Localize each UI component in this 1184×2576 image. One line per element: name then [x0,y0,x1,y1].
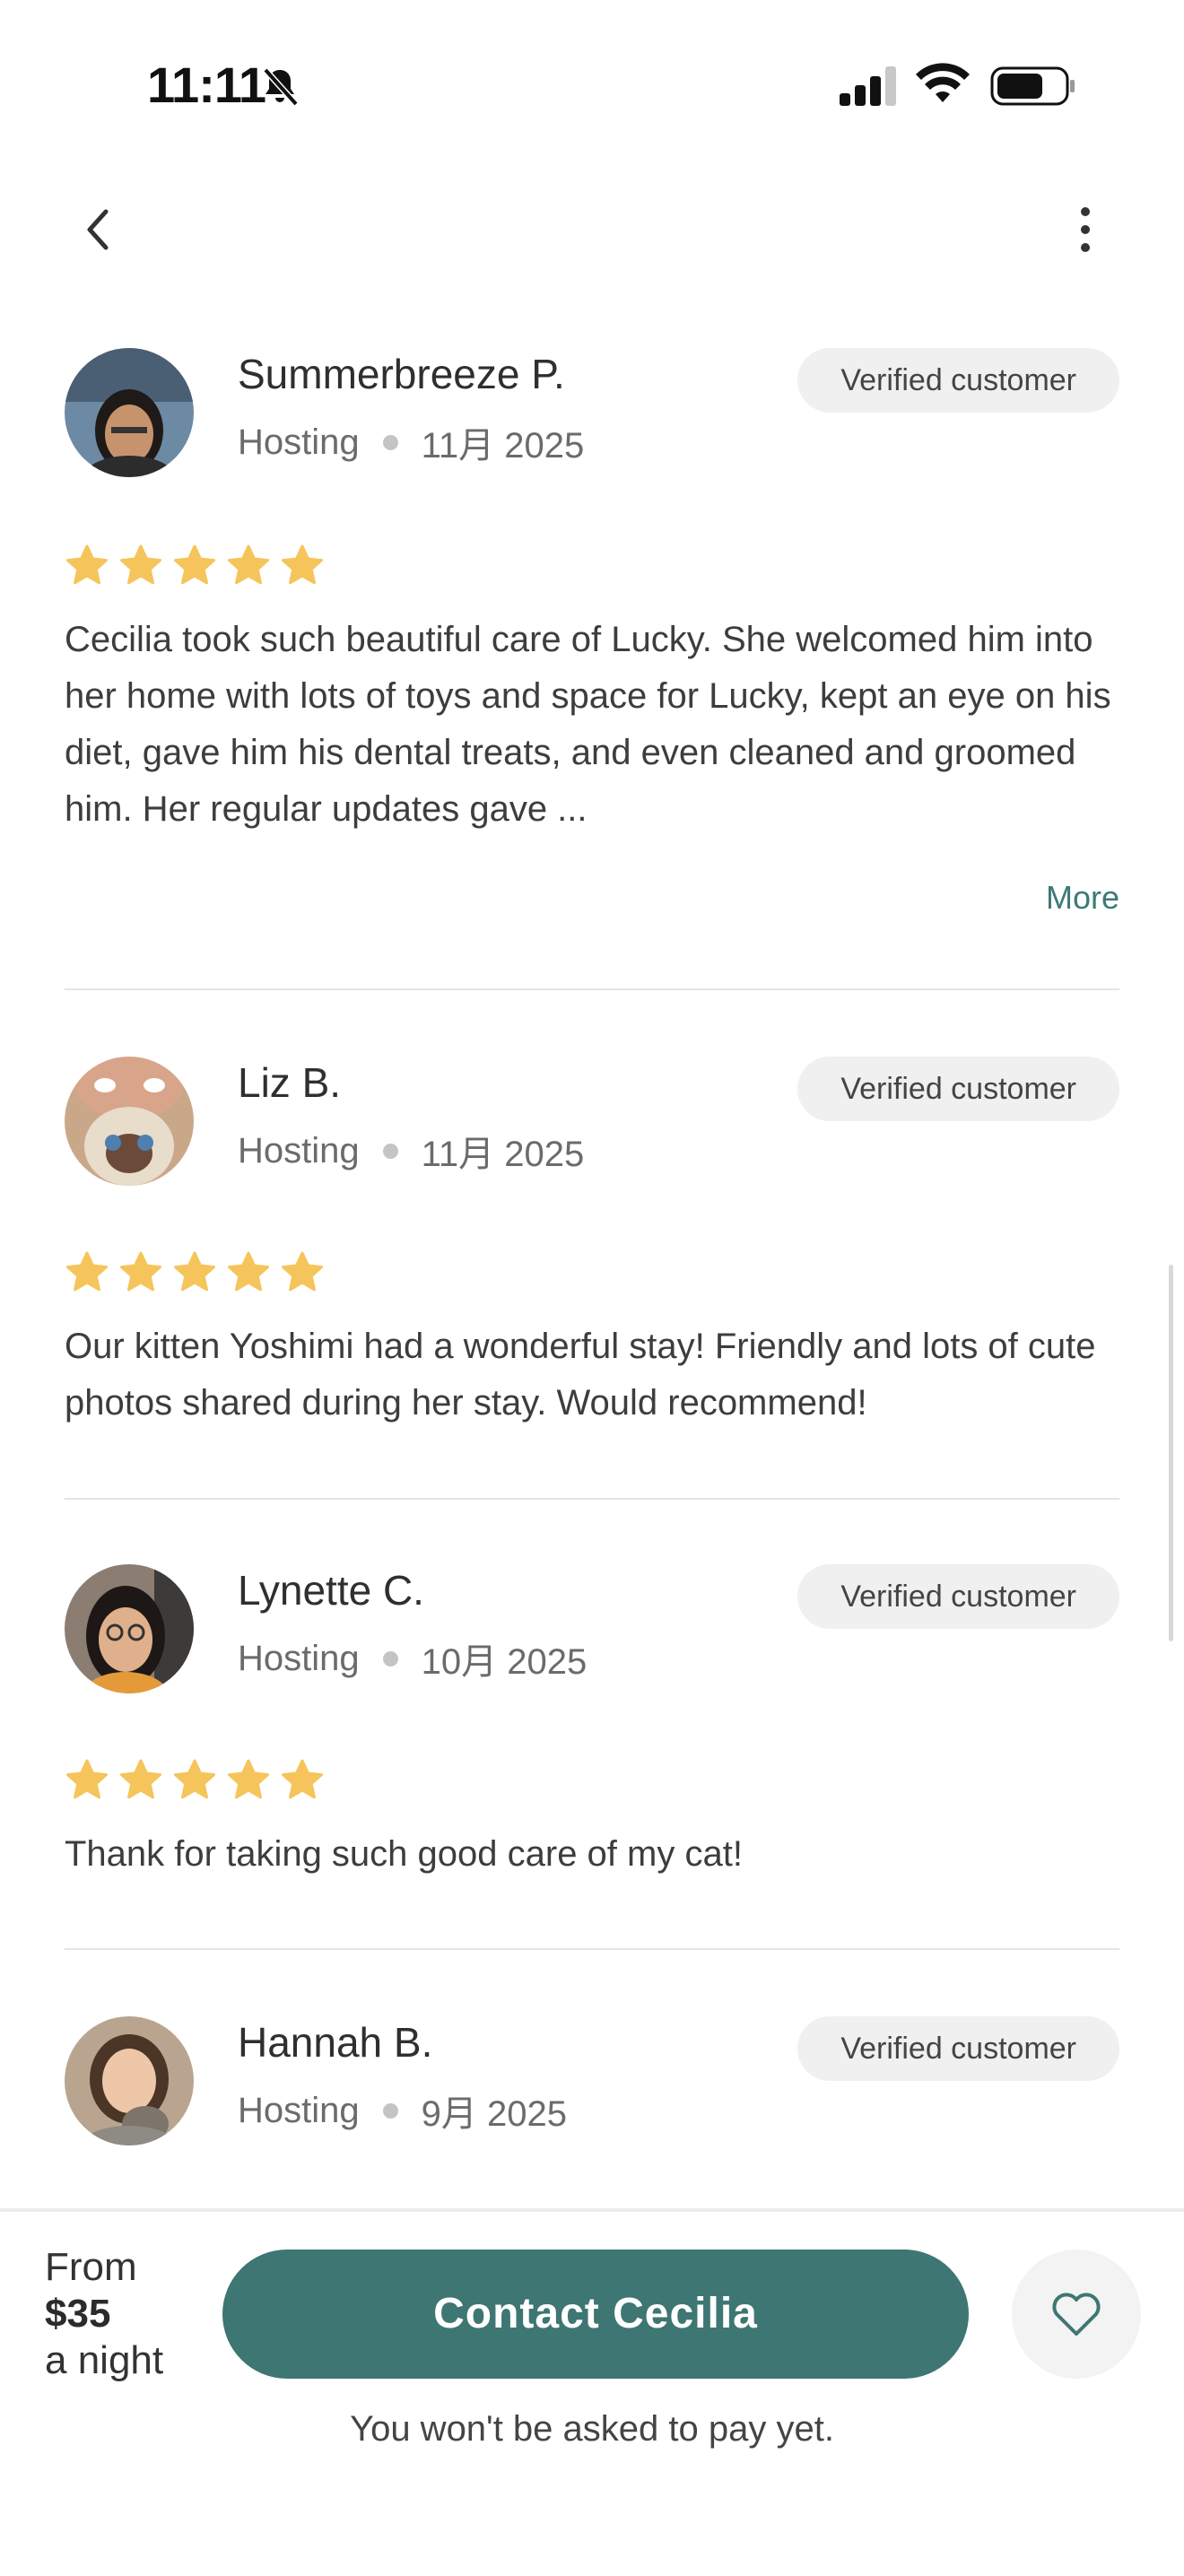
star-icon [228,1251,269,1292]
signal-icon [840,66,896,106]
review-meta: Hosting 10月 2025 [238,1632,587,1684]
verified-badge: Verified customer [797,1564,1119,1629]
separator-dot [382,1650,398,1667]
star-icon [174,1251,215,1292]
review-text: Thank for taking such good care of my ca… [65,1834,743,1874]
price-block: From $35 a night [45,2244,163,2384]
wifi-icon [916,63,970,102]
star-icon [228,544,269,585]
review-meta: Hosting 11月 2025 [238,1125,584,1177]
star-icon [66,1251,108,1292]
service-label: Hosting [238,1130,360,1171]
reviewer-name: Lynette C. [238,1567,424,1614]
review-meta: Hosting 9月 2025 [238,2084,567,2137]
review-text: Cecilia took such beautiful care of Luck… [65,620,1111,829]
service-label: Hosting [238,2090,360,2130]
scrollbar[interactable] [1169,1265,1173,1641]
star-icon [120,1759,161,1799]
star-icon [66,1759,108,1799]
per-night-label: a night [45,2338,164,2382]
separator-dot [382,2102,398,2119]
star-icon [120,1251,161,1292]
star-rating [65,544,325,587]
review-meta: Hosting 11月 2025 [238,416,584,468]
verified-badge: Verified customer [797,2016,1119,2081]
avatar [65,2016,194,2145]
divider [65,988,1119,990]
separator-dot [382,1143,398,1159]
status-bar: 11:11 [0,0,1184,170]
star-rating [65,1758,325,1801]
verified-badge: Verified customer [797,348,1119,413]
more-vertical-icon[interactable] [1058,203,1112,257]
review-date: 11月 2025 [421,426,585,466]
avatar [65,1057,194,1186]
star-icon [174,544,215,585]
review-date: 11月 2025 [421,1135,585,1174]
booking-bar: From $35 a night Contact Cecilia You won… [0,2208,1184,2576]
star-rating [65,1250,325,1293]
review-date: 9月 2025 [421,2094,567,2134]
favorite-button[interactable] [1012,2250,1141,2379]
heart-icon [1052,2293,1101,2336]
from-label: From [45,2245,137,2289]
more-link[interactable]: More [1046,879,1119,917]
star-icon [282,544,323,585]
divider [65,1498,1119,1500]
service-label: Hosting [238,422,360,462]
star-icon [174,1759,215,1799]
price-amount: $35 [45,2292,111,2336]
avatar [65,1564,194,1693]
review-text: Our kitten Yoshimi had a wonderful stay!… [65,1327,1096,1423]
contact-button[interactable]: Contact Cecilia [222,2250,969,2379]
separator-dot [382,434,398,450]
review-date: 10月 2025 [421,1642,588,1682]
star-icon [282,1759,323,1799]
service-label: Hosting [238,1638,360,1678]
status-time: 11:11 [147,57,266,113]
star-icon [66,544,108,585]
star-icon [228,1759,269,1799]
pay-note: You won't be asked to pay yet. [350,2409,834,2449]
avatar [65,348,194,477]
back-chevron-icon[interactable] [72,203,126,257]
reviewer-name: Summerbreeze P. [238,351,565,397]
divider [65,1948,1119,1950]
star-icon [282,1251,323,1292]
star-icon [120,544,161,585]
reviewer-name: Hannah B. [238,2019,433,2066]
bell-slash-icon [263,67,299,107]
verified-badge: Verified customer [797,1057,1119,1121]
battery-icon [990,66,1075,106]
reviewer-name: Liz B. [238,1059,342,1106]
